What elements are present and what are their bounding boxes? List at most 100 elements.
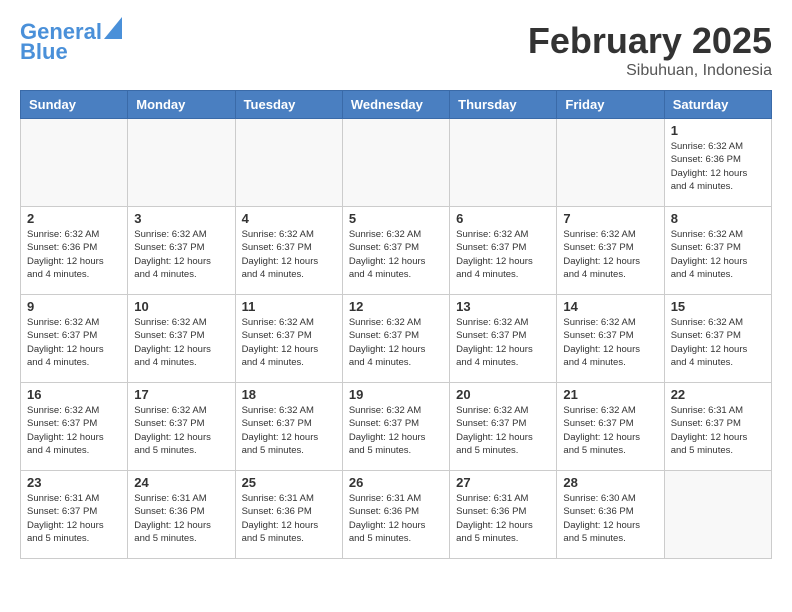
day-number: 28 [563, 475, 657, 490]
day-number: 10 [134, 299, 228, 314]
day-number: 16 [27, 387, 121, 402]
day-number: 18 [242, 387, 336, 402]
page-header: General Blue February 2025 Sibuhuan, Ind… [20, 20, 772, 80]
calendar-cell [128, 119, 235, 207]
day-number: 21 [563, 387, 657, 402]
day-number: 8 [671, 211, 765, 226]
day-info: Sunrise: 6:32 AM Sunset: 6:37 PM Dayligh… [563, 404, 657, 457]
day-info: Sunrise: 6:32 AM Sunset: 6:36 PM Dayligh… [671, 140, 765, 193]
calendar-cell: 19 Sunrise: 6:32 AM Sunset: 6:37 PM Dayli… [342, 383, 449, 471]
day-info: Sunrise: 6:32 AM Sunset: 6:37 PM Dayligh… [134, 228, 228, 281]
calendar-cell: 20 Sunrise: 6:32 AM Sunset: 6:37 PM Dayli… [450, 383, 557, 471]
day-number: 27 [456, 475, 550, 490]
calendar-cell [342, 119, 449, 207]
day-number: 1 [671, 123, 765, 138]
title-section: February 2025 Sibuhuan, Indonesia [528, 20, 772, 80]
day-info: Sunrise: 6:32 AM Sunset: 6:37 PM Dayligh… [349, 228, 443, 281]
day-info: Sunrise: 6:32 AM Sunset: 6:37 PM Dayligh… [27, 316, 121, 369]
calendar-cell: 16 Sunrise: 6:32 AM Sunset: 6:37 PM Dayli… [21, 383, 128, 471]
calendar-cell [21, 119, 128, 207]
calendar-cell: 4Sunrise: 6:32 AM Sunset: 6:37 PM Daylig… [235, 207, 342, 295]
calendar-cell: 14 Sunrise: 6:32 AM Sunset: 6:37 PM Dayli… [557, 295, 664, 383]
calendar-cell: 12Sunrise: 6:32 AM Sunset: 6:37 PM Dayli… [342, 295, 449, 383]
day-number: 11 [242, 299, 336, 314]
day-number: 9 [27, 299, 121, 314]
day-info: Sunrise: 6:32 AM Sunset: 6:37 PM Dayligh… [242, 404, 336, 457]
day-info: Sunrise: 6:32 AM Sunset: 6:37 PM Dayligh… [456, 228, 550, 281]
calendar-cell [557, 119, 664, 207]
day-number: 24 [134, 475, 228, 490]
day-number: 7 [563, 211, 657, 226]
weekday-header: Monday [128, 91, 235, 119]
calendar-cell [450, 119, 557, 207]
weekday-header: Tuesday [235, 91, 342, 119]
day-info: Sunrise: 6:32 AM Sunset: 6:37 PM Dayligh… [242, 316, 336, 369]
day-info: Sunrise: 6:30 AM Sunset: 6:36 PM Dayligh… [563, 492, 657, 545]
day-info: Sunrise: 6:32 AM Sunset: 6:37 PM Dayligh… [134, 316, 228, 369]
calendar-cell: 25Sunrise: 6:31 AM Sunset: 6:36 PM Dayli… [235, 471, 342, 559]
logo-blue-text: Blue [20, 40, 68, 64]
day-number: 15 [671, 299, 765, 314]
calendar-cell: 11 Sunrise: 6:32 AM Sunset: 6:37 PM Dayli… [235, 295, 342, 383]
day-info: Sunrise: 6:31 AM Sunset: 6:37 PM Dayligh… [27, 492, 121, 545]
day-info: Sunrise: 6:32 AM Sunset: 6:37 PM Dayligh… [349, 316, 443, 369]
calendar-cell: 23 Sunrise: 6:31 AM Sunset: 6:37 PM Dayli… [21, 471, 128, 559]
calendar-cell: 8 Sunrise: 6:32 AM Sunset: 6:37 PM Daylig… [664, 207, 771, 295]
logo-icon [104, 17, 122, 39]
day-number: 3 [134, 211, 228, 226]
calendar-week-row: 16 Sunrise: 6:32 AM Sunset: 6:37 PM Dayli… [21, 383, 772, 471]
day-number: 22 [671, 387, 765, 402]
day-number: 4 [242, 211, 336, 226]
calendar-week-row: 23 Sunrise: 6:31 AM Sunset: 6:37 PM Dayli… [21, 471, 772, 559]
day-number: 13 [456, 299, 550, 314]
weekday-header: Thursday [450, 91, 557, 119]
day-info: Sunrise: 6:32 AM Sunset: 6:37 PM Dayligh… [134, 404, 228, 457]
calendar-week-row: 9 Sunrise: 6:32 AM Sunset: 6:37 PM Daylig… [21, 295, 772, 383]
day-info: Sunrise: 6:32 AM Sunset: 6:37 PM Dayligh… [563, 316, 657, 369]
calendar-cell: 3 Sunrise: 6:32 AM Sunset: 6:37 PM Daylig… [128, 207, 235, 295]
day-info: Sunrise: 6:31 AM Sunset: 6:36 PM Dayligh… [349, 492, 443, 545]
calendar-cell: 5 Sunrise: 6:32 AM Sunset: 6:37 PM Daylig… [342, 207, 449, 295]
calendar-cell: 13 Sunrise: 6:32 AM Sunset: 6:37 PM Dayli… [450, 295, 557, 383]
calendar-week-row: 1 Sunrise: 6:32 AM Sunset: 6:36 PM Daylig… [21, 119, 772, 207]
calendar-header-row: SundayMondayTuesdayWednesdayThursdayFrid… [21, 91, 772, 119]
day-info: Sunrise: 6:32 AM Sunset: 6:37 PM Dayligh… [456, 404, 550, 457]
calendar-cell: 26 Sunrise: 6:31 AM Sunset: 6:36 PM Dayli… [342, 471, 449, 559]
calendar-table: SundayMondayTuesdayWednesdayThursdayFrid… [20, 90, 772, 559]
day-number: 2 [27, 211, 121, 226]
day-info: Sunrise: 6:32 AM Sunset: 6:37 PM Dayligh… [563, 228, 657, 281]
weekday-header: Sunday [21, 91, 128, 119]
calendar-cell: 10 Sunrise: 6:32 AM Sunset: 6:37 PM Dayli… [128, 295, 235, 383]
day-info: Sunrise: 6:32 AM Sunset: 6:37 PM Dayligh… [671, 228, 765, 281]
day-info: Sunrise: 6:31 AM Sunset: 6:36 PM Dayligh… [456, 492, 550, 545]
weekday-header: Saturday [664, 91, 771, 119]
calendar-cell: 15 Sunrise: 6:32 AM Sunset: 6:37 PM Dayli… [664, 295, 771, 383]
calendar-cell: 1 Sunrise: 6:32 AM Sunset: 6:36 PM Daylig… [664, 119, 771, 207]
day-number: 25 [242, 475, 336, 490]
calendar-cell: 28 Sunrise: 6:30 AM Sunset: 6:36 PM Dayli… [557, 471, 664, 559]
calendar-cell: 21 Sunrise: 6:32 AM Sunset: 6:37 PM Dayli… [557, 383, 664, 471]
day-number: 19 [349, 387, 443, 402]
day-info: Sunrise: 6:32 AM Sunset: 6:37 PM Dayligh… [456, 316, 550, 369]
calendar-cell: 22Sunrise: 6:31 AM Sunset: 6:37 PM Dayli… [664, 383, 771, 471]
calendar-cell: 9 Sunrise: 6:32 AM Sunset: 6:37 PM Daylig… [21, 295, 128, 383]
calendar-cell: 2 Sunrise: 6:32 AM Sunset: 6:36 PM Daylig… [21, 207, 128, 295]
calendar-cell: 6 Sunrise: 6:32 AM Sunset: 6:37 PM Daylig… [450, 207, 557, 295]
logo: General Blue [20, 20, 122, 64]
day-info: Sunrise: 6:32 AM Sunset: 6:37 PM Dayligh… [671, 316, 765, 369]
day-number: 5 [349, 211, 443, 226]
day-number: 6 [456, 211, 550, 226]
calendar-cell: 17Sunrise: 6:32 AM Sunset: 6:37 PM Dayli… [128, 383, 235, 471]
day-info: Sunrise: 6:32 AM Sunset: 6:37 PM Dayligh… [349, 404, 443, 457]
day-info: Sunrise: 6:32 AM Sunset: 6:36 PM Dayligh… [27, 228, 121, 281]
day-info: Sunrise: 6:32 AM Sunset: 6:37 PM Dayligh… [27, 404, 121, 457]
day-number: 14 [563, 299, 657, 314]
day-number: 26 [349, 475, 443, 490]
weekday-header: Friday [557, 91, 664, 119]
day-number: 23 [27, 475, 121, 490]
weekday-header: Wednesday [342, 91, 449, 119]
calendar-cell: 18 Sunrise: 6:32 AM Sunset: 6:37 PM Dayli… [235, 383, 342, 471]
day-number: 20 [456, 387, 550, 402]
subtitle: Sibuhuan, Indonesia [528, 62, 772, 80]
calendar-week-row: 2 Sunrise: 6:32 AM Sunset: 6:36 PM Daylig… [21, 207, 772, 295]
